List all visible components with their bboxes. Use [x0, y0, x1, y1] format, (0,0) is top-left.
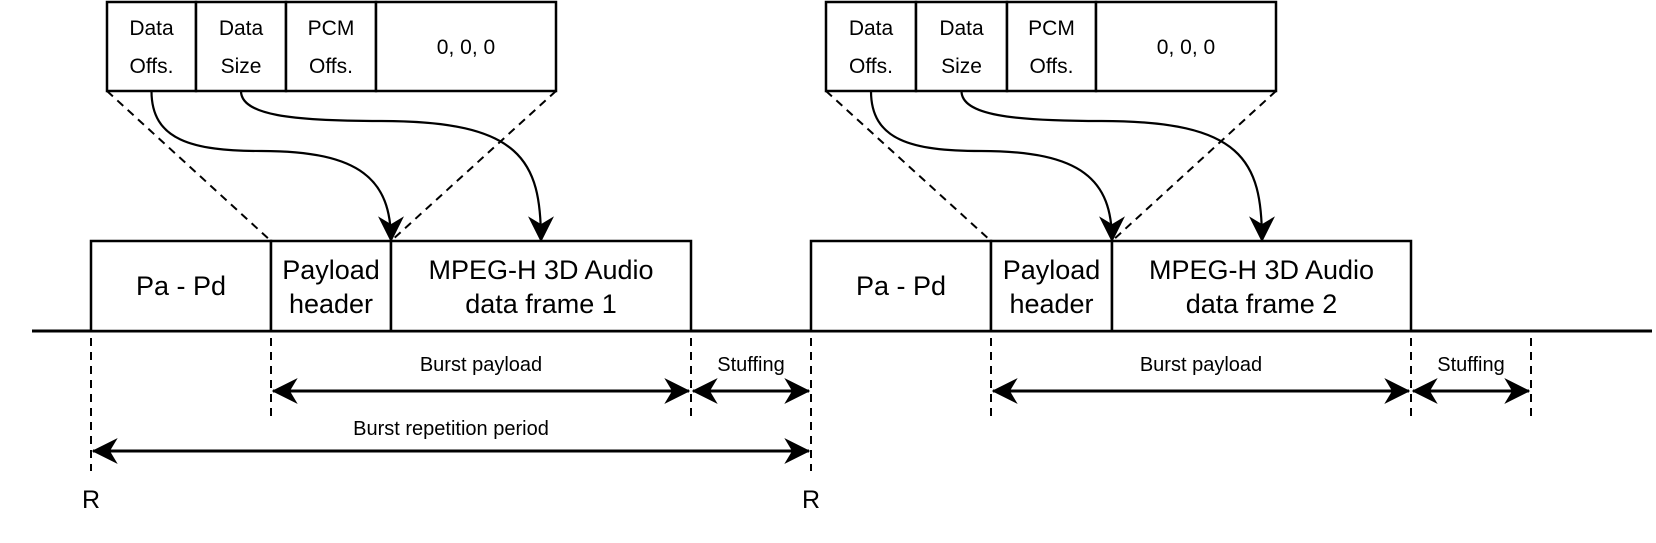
- data-size-pointer-arrow: [239, 90, 554, 243]
- data-size-field-label: Data: [939, 17, 984, 40]
- burst-2: Data Offs. Data Size PCM Offs. 0, 0, 0 Pa - Pd P…: [809, 0, 1532, 421]
- zoom-guide-left: [825, 90, 992, 242]
- reference-mark-r-2: R: [802, 486, 820, 514]
- data-frame-label: MPEG-H 3D Audio: [428, 255, 653, 285]
- data-offset-field-label: Data: [849, 17, 894, 40]
- reference-mark-r-1: R: [82, 486, 100, 514]
- payload-header-label: header: [289, 289, 373, 319]
- preamble-label: Pa - Pd: [856, 271, 946, 301]
- preamble-label: Pa - Pd: [136, 271, 226, 301]
- data-offset-field-label: Data: [129, 17, 174, 40]
- data-frame-label: data frame 1: [465, 289, 617, 319]
- data-frame-label: MPEG-H 3D Audio: [1149, 255, 1374, 285]
- burst-1: Data Offs. Data Size PCM Offs. 0, 0, 0 Pa - Pd P…: [89, 0, 811, 421]
- payload-header-label: header: [1009, 289, 1093, 319]
- zoom-guide-left: [106, 90, 272, 242]
- zoom-guide-right: [1111, 90, 1277, 242]
- data-size-field-label: Size: [941, 55, 982, 78]
- zoom-guide-right: [390, 90, 557, 242]
- pcm-offset-field-label: PCM: [1028, 17, 1075, 40]
- data-offset-field-label: Offs.: [849, 55, 893, 78]
- data-size-field-label: Size: [221, 55, 262, 78]
- data-offset-field-label: Offs.: [130, 55, 174, 78]
- data-size-field-label: Data: [219, 17, 264, 40]
- payload-header-label: Payload: [282, 255, 380, 285]
- payload-header-label: Payload: [1003, 255, 1101, 285]
- data-size-pointer-arrow: [960, 90, 1275, 243]
- stuffing-label: Stuffing: [717, 354, 784, 376]
- reserved-field-label: 0, 0, 0: [437, 36, 495, 59]
- stuffing-label: Stuffing: [1437, 354, 1504, 376]
- data-frame-label: data frame 2: [1186, 289, 1338, 319]
- burst-payload-label: Burst payload: [420, 354, 542, 376]
- iec61937-burst-diagram: Data Offs. Data Size PCM Offs. 0, 0, 0 Pa - Pd P…: [32, 0, 1652, 514]
- burst-repetition-label: Burst repetition period: [353, 418, 549, 440]
- burst-payload-label: Burst payload: [1140, 354, 1262, 376]
- reserved-field-label: 0, 0, 0: [1157, 36, 1215, 59]
- pcm-offset-field-label: Offs.: [1030, 55, 1074, 78]
- pcm-offset-field-label: Offs.: [309, 55, 353, 78]
- pcm-offset-field-label: PCM: [308, 17, 355, 40]
